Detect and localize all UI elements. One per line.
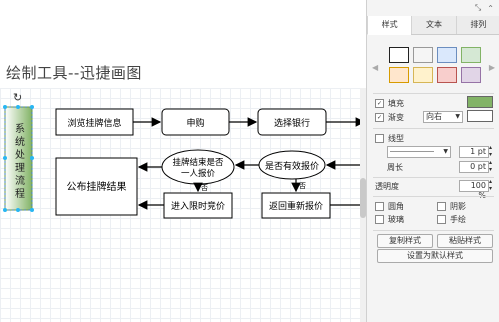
perimeter-label: 周长 [387, 162, 403, 172]
sketch-checkbox[interactable] [437, 214, 446, 224]
svg-text:浏览挂牌信息: 浏览挂牌信息 [67, 117, 121, 129]
collapse-icon[interactable]: ⌃ [487, 4, 494, 13]
divider [373, 177, 494, 178]
node-listing-over[interactable]: 挂牌结束是否 一人报价 [161, 149, 235, 185]
node-publish-result[interactable]: 公布挂牌结果 [55, 157, 138, 216]
svg-text:挂牌结束是否: 挂牌结束是否 [172, 157, 224, 168]
node-subscribe[interactable]: 申购 [161, 108, 230, 136]
divider [373, 230, 494, 231]
swatch-red[interactable] [437, 67, 457, 83]
rounded-label: 圆角 [388, 201, 404, 211]
page-title: 绘制工具--迅捷画图 [6, 64, 142, 82]
node-valid-offer[interactable]: 是否有效报价 [258, 150, 326, 180]
flowchart: ↻ 系 统 处 理 流 程 浏览挂牌信息 申购 选择银行 公布挂牌结果 挂牌结束… [3, 91, 366, 219]
gradient-color-picker[interactable] [467, 110, 493, 122]
svg-text:公布挂牌结果: 公布挂牌结果 [67, 180, 127, 193]
perimeter-input[interactable]: 0 pt [459, 161, 489, 173]
tab-arrange[interactable]: 排列 [455, 16, 499, 34]
line-pattern-preview [390, 151, 434, 152]
rotate-handle-icon[interactable]: ↻ [13, 91, 22, 104]
edge-label-no-2: 否 [299, 182, 306, 190]
swatch-blue[interactable] [437, 47, 457, 63]
fill-label: 填充 [388, 98, 404, 108]
panel-tabs: 样式 文本 排列 [367, 16, 499, 35]
shadow-label: 阴影 [450, 201, 466, 211]
line-label: 线型 [388, 133, 404, 143]
chevron-down-icon: ▼ [443, 148, 448, 155]
swatch-green[interactable] [461, 47, 481, 63]
glass-checkbox[interactable] [375, 214, 384, 224]
paste-style-button[interactable]: 粘贴样式 [437, 234, 493, 248]
gradient-checkbox[interactable]: ✓ [375, 112, 384, 122]
opacity-stepper[interactable]: ▴ ▾ [489, 178, 492, 192]
tab-style[interactable]: 样式 [367, 16, 412, 35]
gradient-direction-value: 向右 [426, 112, 442, 121]
swatch-yellow[interactable] [413, 67, 433, 83]
shadow-checkbox[interactable] [437, 201, 446, 211]
shadow-row: 阴影 [437, 200, 494, 212]
gradient-direction-select[interactable]: 向右 ▼ [423, 111, 463, 123]
line-width-stepper[interactable]: ▴ ▾ [489, 144, 492, 158]
gradient-label: 渐变 [388, 112, 404, 122]
divider [373, 128, 494, 129]
svg-text:申购: 申购 [186, 117, 204, 129]
swatch-white[interactable] [389, 47, 409, 63]
swatch-orange[interactable] [389, 67, 409, 83]
copy-style-button[interactable]: 复制样式 [377, 234, 433, 248]
node-browse[interactable]: 浏览挂牌信息 [55, 108, 134, 136]
divider [373, 93, 494, 94]
perimeter-stepper[interactable]: ▴ ▾ [489, 159, 492, 173]
glass-label: 玻璃 [388, 214, 404, 224]
resize-icon[interactable]: ⤡ [475, 3, 481, 13]
opacity-label: 透明度 [375, 181, 399, 191]
diagram-canvas[interactable]: 绘制工具--迅捷画图 ↻ 系 统 处 理 流 程 浏览挂牌信息 申购 选择银行 … [0, 0, 366, 322]
line-checkbox[interactable] [375, 133, 384, 143]
swatch-gray[interactable] [413, 47, 433, 63]
fill-checkbox[interactable]: ✓ [375, 98, 384, 108]
swatch-next-icon[interactable]: ▶ [489, 63, 495, 72]
svg-text:是否有效报价: 是否有效报价 [265, 160, 319, 172]
node-requote[interactable]: 返回重新报价 [261, 192, 331, 219]
line-width-input[interactable]: 1 pt [459, 146, 489, 158]
format-panel: ⤡ ⌃ 样式 文本 排列 ◀ ▶ ✓ 填充 ✓ 渐变 向右 ▼ 线型 ▼ 1 p… [366, 0, 499, 322]
node-select-bank[interactable]: 选择银行 [257, 108, 327, 136]
sketch-label: 手绘 [450, 214, 466, 224]
rounded-checkbox[interactable] [375, 201, 384, 211]
line-pattern-select[interactable]: ▼ [387, 146, 451, 158]
divider [373, 196, 494, 197]
svg-text:返回重新报价: 返回重新报价 [269, 200, 323, 212]
swatch-prev-icon[interactable]: ◀ [372, 63, 378, 72]
set-default-style-button[interactable]: 设置为默认样式 [377, 249, 493, 263]
chevron-down-icon: ▼ [455, 113, 460, 120]
opacity-input[interactable]: 100 % [459, 180, 489, 200]
swatch-purple[interactable] [461, 67, 481, 83]
tab-text[interactable]: 文本 [411, 16, 456, 34]
svg-text:一人报价: 一人报价 [181, 168, 216, 179]
panel-top-bar: ⤡ ⌃ [367, 0, 499, 16]
sketch-row: 手绘 [437, 213, 494, 225]
svg-text:选择银行: 选择银行 [274, 117, 310, 129]
node-timed-bid[interactable]: 进入限时竞价 [163, 192, 233, 219]
style-swatches: ◀ ▶ [367, 35, 499, 93]
svg-text:进入限时竞价: 进入限时竞价 [171, 200, 225, 212]
fill-color-picker[interactable] [467, 96, 493, 108]
edge-label-no-1: 否 [201, 184, 208, 192]
line-row: 线型 [375, 132, 494, 144]
